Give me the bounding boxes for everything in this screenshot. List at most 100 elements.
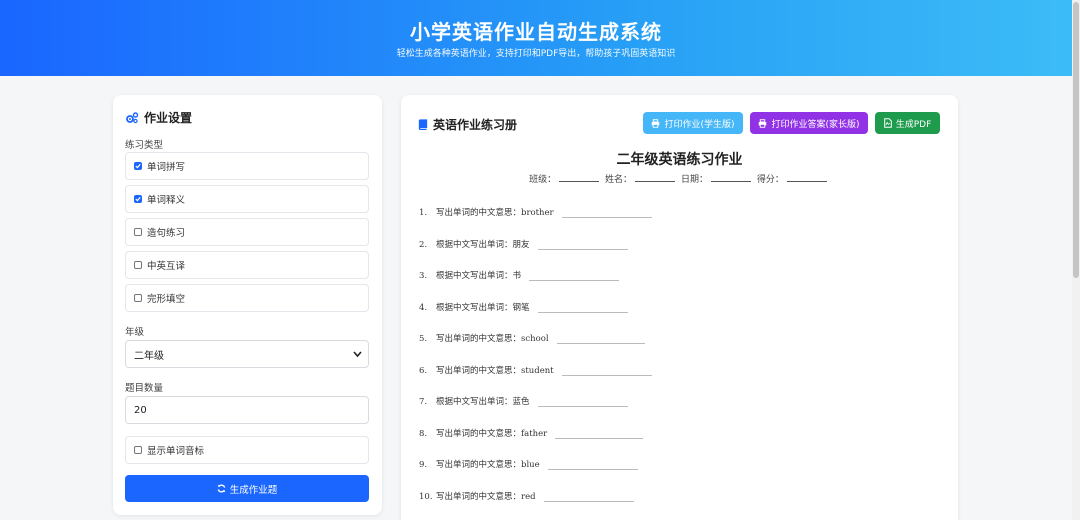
grade-select[interactable]: 二年级 bbox=[125, 340, 369, 368]
print-student-label: 打印作业(学生版) bbox=[664, 119, 735, 130]
question-item: 6. 写出单词的中文意思：student bbox=[419, 364, 652, 376]
generate-pdf-button[interactable]: 生成PDF bbox=[875, 112, 940, 134]
question-item: 7. 根据中文写出单词：蓝色 bbox=[419, 395, 628, 407]
question-number: 5. bbox=[419, 334, 428, 344]
option-cloze[interactable]: 完形填空 bbox=[125, 284, 369, 312]
question-number: 10. bbox=[419, 491, 433, 502]
answer-blank[interactable] bbox=[555, 429, 644, 439]
question-item: 3. 根据中文写出单词：书 bbox=[419, 269, 620, 281]
worksheet-info-row: 班级： 姓名： 日期： 得分： bbox=[401, 172, 958, 185]
option-word-meaning[interactable]: 单词释义 bbox=[125, 185, 369, 213]
generate-button[interactable]: 生成作业题 bbox=[125, 475, 369, 502]
refresh-icon bbox=[217, 484, 226, 493]
name-blank bbox=[635, 174, 676, 182]
option-label: 完形填空 bbox=[147, 294, 186, 305]
page-scrollbar[interactable] bbox=[1072, 0, 1080, 520]
printer-icon bbox=[758, 118, 767, 128]
count-label: 题目数量 bbox=[125, 383, 164, 394]
checkbox-checked[interactable] bbox=[134, 195, 142, 203]
question-text: 根据中文写出单词：朋友 bbox=[436, 239, 530, 250]
question-number: 8. bbox=[419, 428, 428, 439]
book-icon bbox=[418, 119, 428, 130]
scrollbar-thumb[interactable] bbox=[1073, 2, 1079, 278]
question-number: 4. bbox=[419, 302, 428, 313]
class-blank bbox=[559, 174, 600, 182]
print-student-button[interactable]: 打印作业(学生版) bbox=[643, 112, 743, 134]
answer-blank[interactable] bbox=[537, 240, 628, 250]
question-number: 6. bbox=[419, 365, 428, 376]
question-text: 写出单词的中文意思：school bbox=[436, 334, 549, 344]
question-number: 7. bbox=[419, 397, 428, 407]
question-number: 3. bbox=[419, 271, 428, 281]
question-item: 2. 根据中文写出单词：朋友 bbox=[419, 238, 628, 250]
checkbox[interactable] bbox=[134, 261, 142, 269]
checkbox[interactable] bbox=[134, 228, 142, 236]
option-label: 中英互译 bbox=[147, 261, 186, 272]
phonetic-option[interactable]: 显示单词音标 bbox=[125, 436, 369, 464]
question-item: 9. 写出单词的中文意思：blue bbox=[419, 458, 638, 470]
question-text: 写出单词的中文意思：brother bbox=[436, 208, 554, 218]
checkbox-checked[interactable] bbox=[134, 162, 142, 170]
question-text: 根据中文写出单词：蓝色 bbox=[436, 397, 530, 407]
chevron-down-icon bbox=[353, 350, 362, 361]
answer-blank[interactable] bbox=[537, 397, 628, 407]
question-item: 4. 根据中文写出单词：钢笔 bbox=[419, 301, 628, 313]
workbook-title-text: 英语作业练习册 bbox=[433, 118, 518, 132]
phonetic-label: 显示单词音标 bbox=[147, 446, 205, 457]
option-translation[interactable]: 中英互译 bbox=[125, 251, 369, 279]
settings-panel: 作业设置 练习类型 单词拼写 单词释义 造句练习 中英互译 完形填空 年级 二年级 题目… bbox=[113, 95, 382, 515]
page-header: 小学英语作业自动生成系统 轻松生成各种英语作业，支持打印和PDF导出，帮助孩子巩… bbox=[0, 0, 1072, 76]
answer-blank[interactable] bbox=[529, 271, 620, 281]
workbook-title: 英语作业练习册 bbox=[418, 116, 517, 133]
workbook-panel: 英语作业练习册 打印作业(学生版) 打印作业答案(家长版) 生成PDF 二年级英… bbox=[401, 95, 958, 520]
generate-button-label: 生成作业题 bbox=[229, 484, 278, 496]
count-input-value: 20 bbox=[134, 404, 147, 416]
question-number: 9. bbox=[419, 460, 428, 470]
score-label: 得分： bbox=[756, 175, 784, 185]
name-label: 姓名： bbox=[605, 175, 633, 185]
option-label: 造句练习 bbox=[147, 228, 186, 239]
date-blank bbox=[710, 174, 751, 182]
option-label: 单词释义 bbox=[147, 195, 186, 206]
print-answer-label: 打印作业答案(家长版) bbox=[771, 119, 860, 130]
printer-icon bbox=[651, 118, 660, 128]
answer-blank[interactable] bbox=[543, 492, 634, 502]
class-label: 班级： bbox=[529, 175, 557, 185]
question-item: 8. 写出单词的中文意思：father bbox=[419, 427, 644, 439]
grade-select-value: 二年级 bbox=[134, 350, 164, 362]
answer-blank[interactable] bbox=[547, 460, 638, 470]
generate-pdf-label: 生成PDF bbox=[895, 119, 932, 130]
question-text: 写出单词的中文意思：red bbox=[436, 491, 536, 502]
question-number: 2. bbox=[419, 239, 428, 250]
question-item: 10. 写出单词的中文意思：red bbox=[419, 490, 634, 502]
print-answer-button[interactable]: 打印作业答案(家长版) bbox=[750, 112, 868, 134]
settings-title-text: 作业设置 bbox=[144, 111, 193, 125]
check-icon bbox=[135, 163, 141, 169]
answer-blank[interactable] bbox=[561, 208, 652, 218]
question-text: 写出单词的中文意思：blue bbox=[436, 460, 540, 470]
grade-label: 年级 bbox=[125, 327, 145, 338]
app-subtitle: 轻松生成各种英语作业，支持打印和PDF导出，帮助孩子巩固英语知识 bbox=[396, 49, 676, 59]
question-item: 1. 写出单词的中文意思：brother bbox=[419, 206, 652, 218]
question-text: 根据中文写出单词：钢笔 bbox=[436, 302, 530, 313]
worksheet-title: 二年级英语练习作业 bbox=[616, 152, 743, 168]
phonetic-checkbox[interactable] bbox=[134, 446, 142, 454]
score-blank bbox=[786, 174, 827, 182]
count-input[interactable]: 20 bbox=[125, 396, 369, 424]
question-text: 写出单词的中文意思：father bbox=[436, 428, 548, 439]
question-number: 1. bbox=[419, 208, 428, 218]
question-text: 根据中文写出单词：书 bbox=[436, 271, 522, 281]
gears-icon bbox=[125, 111, 139, 124]
option-label: 单词拼写 bbox=[147, 162, 186, 173]
checkbox[interactable] bbox=[134, 294, 142, 302]
settings-title: 作业设置 bbox=[125, 109, 192, 126]
question-item: 5. 写出单词的中文意思：school bbox=[419, 332, 645, 344]
date-label: 日期： bbox=[680, 175, 708, 185]
question-text: 写出单词的中文意思：student bbox=[436, 365, 554, 376]
option-sentence-making[interactable]: 造句练习 bbox=[125, 218, 369, 246]
answer-blank[interactable] bbox=[561, 366, 652, 376]
answer-blank[interactable] bbox=[556, 334, 645, 344]
option-word-spelling[interactable]: 单词拼写 bbox=[125, 152, 369, 180]
answer-blank[interactable] bbox=[537, 303, 628, 313]
pdf-file-icon bbox=[883, 118, 892, 128]
